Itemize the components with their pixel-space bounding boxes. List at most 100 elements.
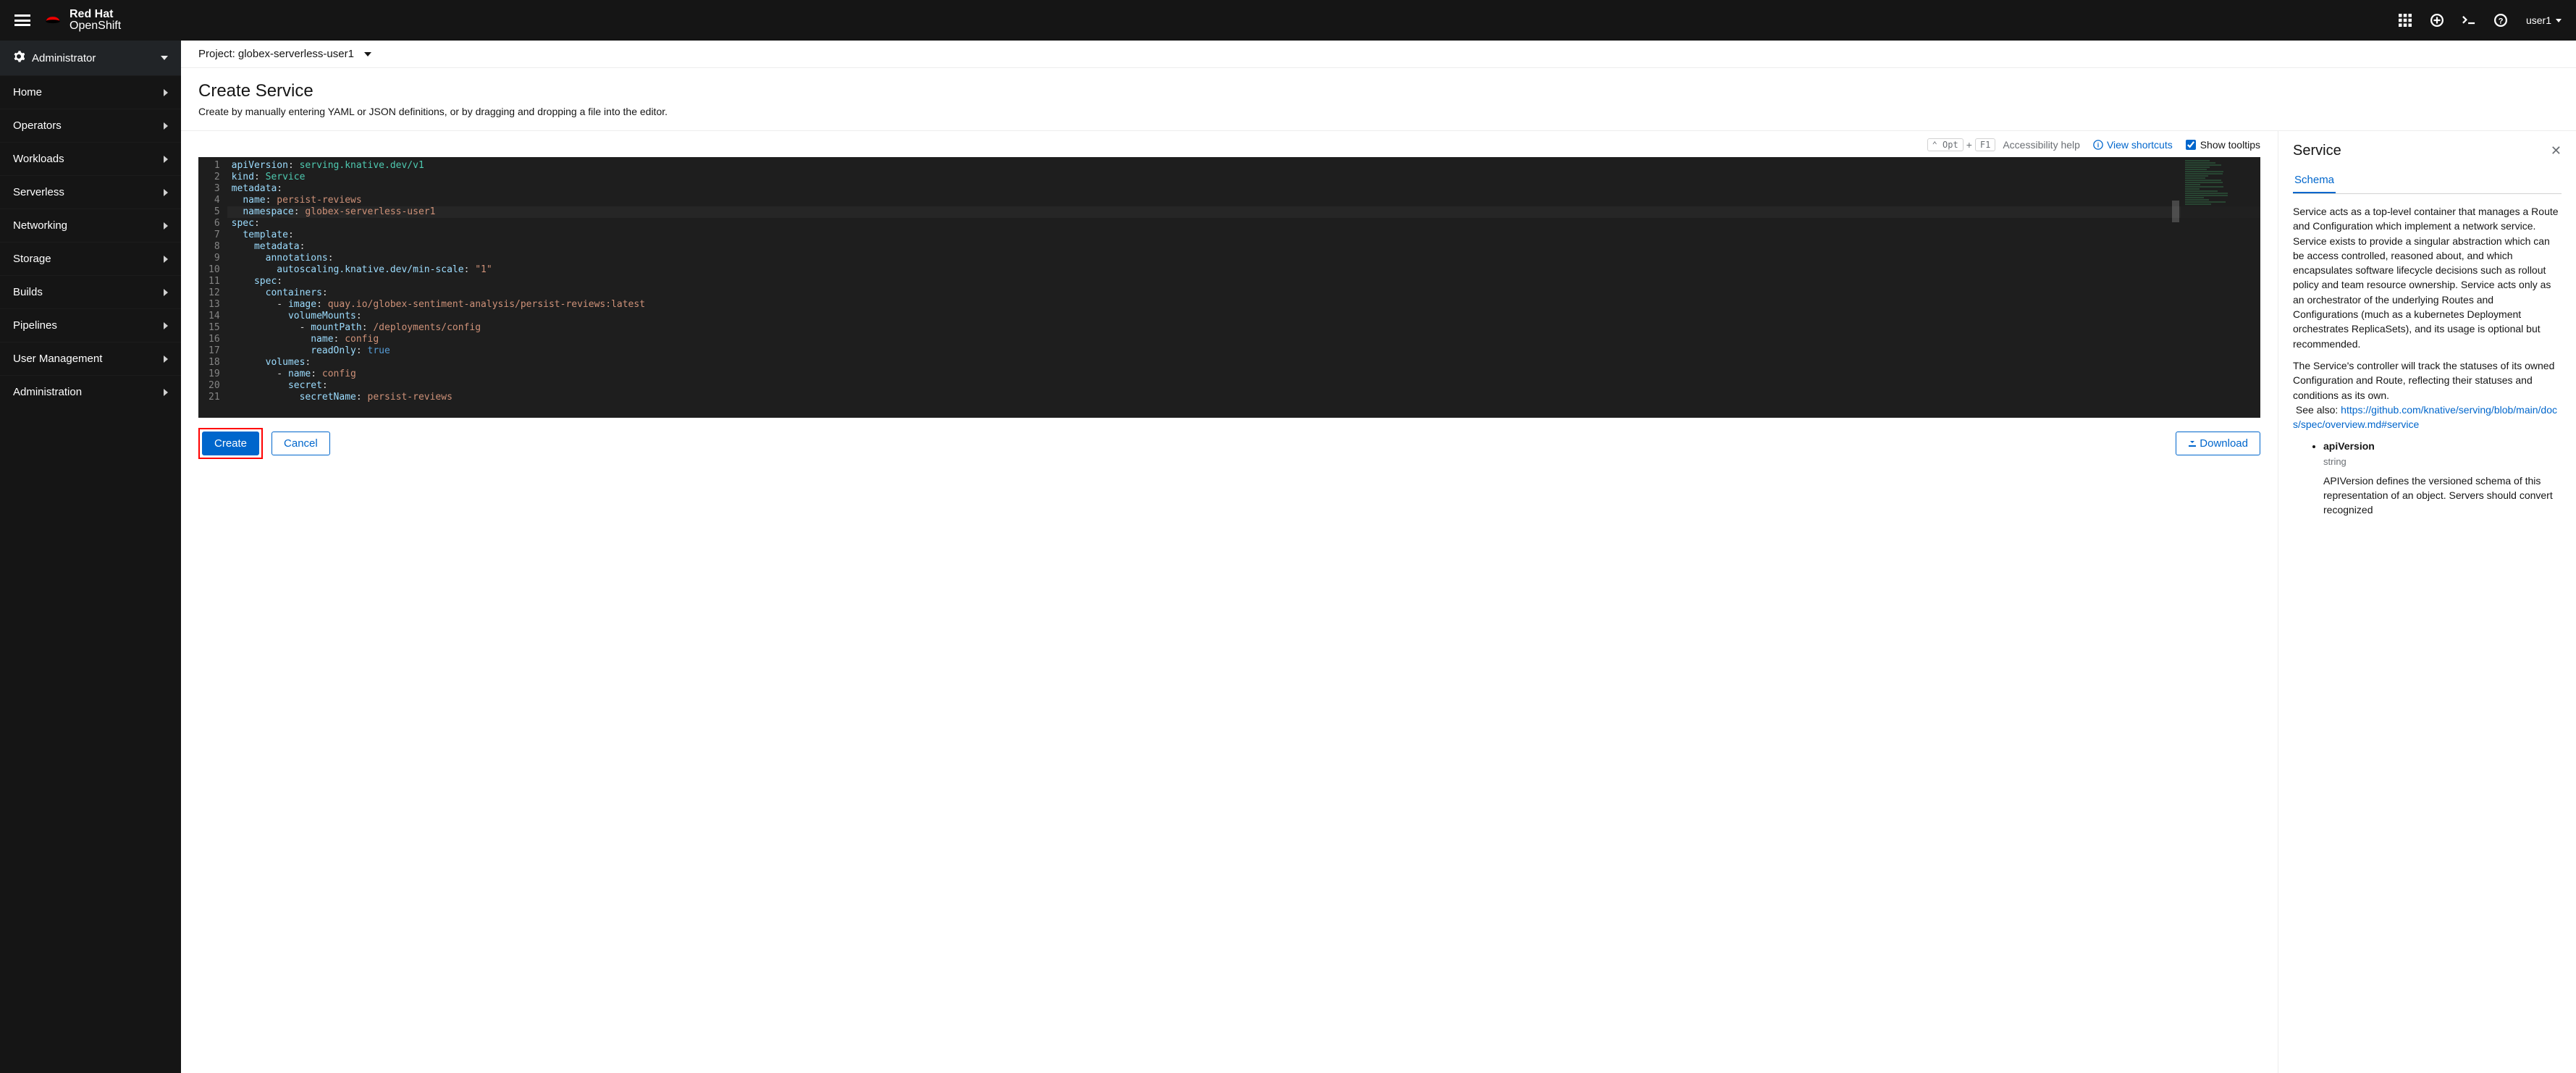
kbd-opt: ⌃ Opt: [1927, 138, 1963, 151]
nav-item-pipelines[interactable]: Pipelines: [0, 308, 181, 342]
nav-label: Operators: [13, 119, 62, 132]
nav-label: Builds: [13, 286, 43, 298]
chevron-right-icon: [164, 189, 168, 196]
nav-label: Networking: [13, 219, 67, 232]
terminal-icon[interactable]: [2462, 14, 2475, 27]
chevron-right-icon: [164, 122, 168, 130]
perspective-switcher[interactable]: Administrator: [0, 41, 181, 75]
apps-grid-icon[interactable]: [2399, 14, 2412, 27]
project-name: globex-serverless-user1: [238, 48, 354, 60]
nav-label: Pipelines: [13, 319, 57, 332]
page-title: Create Service: [198, 81, 2559, 101]
schema-tab[interactable]: Schema: [2293, 168, 2336, 193]
code-area[interactable]: apiVersion: serving.knative.dev/v1kind: …: [227, 157, 2260, 418]
kbd-f1: F1: [1975, 138, 1995, 151]
view-shortcuts-link[interactable]: i View shortcuts: [2093, 139, 2173, 151]
brand-line2: OpenShift: [70, 20, 121, 32]
nav-label: Serverless: [13, 186, 64, 198]
nav-item-administration[interactable]: Administration: [0, 375, 181, 408]
download-button[interactable]: Download: [2176, 432, 2260, 455]
nav-item-workloads[interactable]: Workloads: [0, 142, 181, 175]
username: user1: [2526, 14, 2551, 26]
close-panel-button[interactable]: ✕: [2551, 143, 2562, 159]
create-button[interactable]: Create: [202, 432, 259, 455]
code-line[interactable]: - mountPath: /deployments/config: [227, 322, 2260, 334]
code-line[interactable]: namespace: globex-serverless-user1: [227, 206, 2260, 218]
yaml-editor[interactable]: 123456789101112131415161718192021 apiVer…: [198, 157, 2260, 418]
nav-item-user-management[interactable]: User Management: [0, 342, 181, 375]
top-bar: Red Hat OpenShift ? user1: [0, 0, 2576, 41]
caret-down-icon: [2556, 19, 2562, 22]
scrollbar-thumb[interactable]: [2172, 201, 2179, 222]
nav-item-serverless[interactable]: Serverless: [0, 175, 181, 209]
code-line[interactable]: readOnly: true: [227, 345, 2260, 357]
code-line[interactable]: template:: [227, 230, 2260, 241]
code-line[interactable]: secret:: [227, 380, 2260, 392]
schema-panel: Service ✕ Schema Service acts as a top-l…: [2278, 131, 2576, 1073]
code-line[interactable]: volumes:: [227, 357, 2260, 369]
accessibility-hint: ⌃ Opt + F1 Accessibility help: [1927, 138, 2080, 151]
code-line[interactable]: containers:: [227, 287, 2260, 299]
nav-label: Home: [13, 86, 42, 98]
code-line[interactable]: - image: quay.io/globex-sentiment-analys…: [227, 299, 2260, 311]
chevron-right-icon: [164, 222, 168, 230]
nav-item-builds[interactable]: Builds: [0, 275, 181, 308]
help-icon[interactable]: ?: [2494, 14, 2507, 27]
code-line[interactable]: apiVersion: serving.knative.dev/v1: [227, 160, 2260, 172]
chevron-down-icon: [364, 52, 371, 56]
code-line[interactable]: annotations:: [227, 253, 2260, 264]
main-content: Project: globex-serverless-user1 Create …: [181, 41, 2576, 1073]
chevron-right-icon: [164, 322, 168, 329]
gear-icon: [13, 51, 25, 65]
panel-title: Service: [2293, 143, 2341, 159]
download-icon: [2188, 437, 2197, 450]
hamburger-menu-button[interactable]: [14, 14, 30, 26]
logo[interactable]: Red Hat OpenShift: [43, 9, 121, 32]
brand-line1: Red Hat: [70, 9, 121, 20]
user-menu[interactable]: user1: [2526, 14, 2562, 26]
code-line[interactable]: kind: Service: [227, 172, 2260, 183]
chevron-right-icon: [164, 89, 168, 96]
nav-item-operators[interactable]: Operators: [0, 109, 181, 142]
chevron-down-icon: [161, 56, 168, 60]
nav-label: Workloads: [13, 153, 64, 165]
chevron-right-icon: [164, 355, 168, 363]
project-prefix: Project:: [198, 48, 235, 60]
nav-item-home[interactable]: Home: [0, 75, 181, 109]
code-line[interactable]: autoscaling.knative.dev/min-scale: "1": [227, 264, 2260, 276]
create-button-highlight: Create: [198, 428, 263, 459]
code-line[interactable]: metadata:: [227, 241, 2260, 253]
perspective-label: Administrator: [32, 52, 96, 64]
code-line[interactable]: secretName: persist-reviews: [227, 392, 2260, 403]
code-line[interactable]: - name: config: [227, 369, 2260, 380]
redhat-fedora-icon: [43, 13, 62, 28]
schema-field-apiversion[interactable]: apiVersion string APIVersion defines the…: [2323, 439, 2562, 517]
project-selector[interactable]: Project: globex-serverless-user1: [181, 41, 2576, 68]
chevron-right-icon: [164, 256, 168, 263]
nav-label: Administration: [13, 386, 82, 398]
code-line[interactable]: spec:: [227, 218, 2260, 230]
logo-text: Red Hat OpenShift: [70, 9, 121, 32]
nav-item-storage[interactable]: Storage: [0, 242, 181, 275]
code-line[interactable]: metadata:: [227, 183, 2260, 195]
sidebar: Administrator Home Operators Workloads Serv…: [0, 41, 181, 1073]
schema-description: Service acts as a top-level container th…: [2293, 204, 2562, 351]
minimap[interactable]: [2181, 157, 2260, 418]
show-tooltips-toggle[interactable]: Show tooltips: [2186, 139, 2260, 151]
plus-circle-icon[interactable]: [2430, 14, 2444, 27]
svg-text:?: ?: [2499, 17, 2504, 26]
schema-description-2: The Service's controller will track the …: [2293, 358, 2562, 432]
code-line[interactable]: spec:: [227, 276, 2260, 287]
code-line[interactable]: volumeMounts:: [227, 311, 2260, 322]
code-line[interactable]: name: persist-reviews: [227, 195, 2260, 206]
field-description: APIVersion defines the versioned schema …: [2323, 475, 2553, 516]
cancel-button[interactable]: Cancel: [272, 432, 330, 455]
nav-item-networking[interactable]: Networking: [0, 209, 181, 242]
a11y-text: Accessibility help: [2003, 139, 2080, 151]
page-subtitle: Create by manually entering YAML or JSON…: [198, 106, 2559, 117]
svg-text:i: i: [2097, 142, 2099, 149]
tooltips-checkbox[interactable]: [2186, 140, 2196, 150]
line-gutter: 123456789101112131415161718192021: [198, 157, 227, 418]
code-line[interactable]: name: config: [227, 334, 2260, 345]
editor-toolbar: ⌃ Opt + F1 Accessibility help i View sho…: [181, 131, 2278, 157]
